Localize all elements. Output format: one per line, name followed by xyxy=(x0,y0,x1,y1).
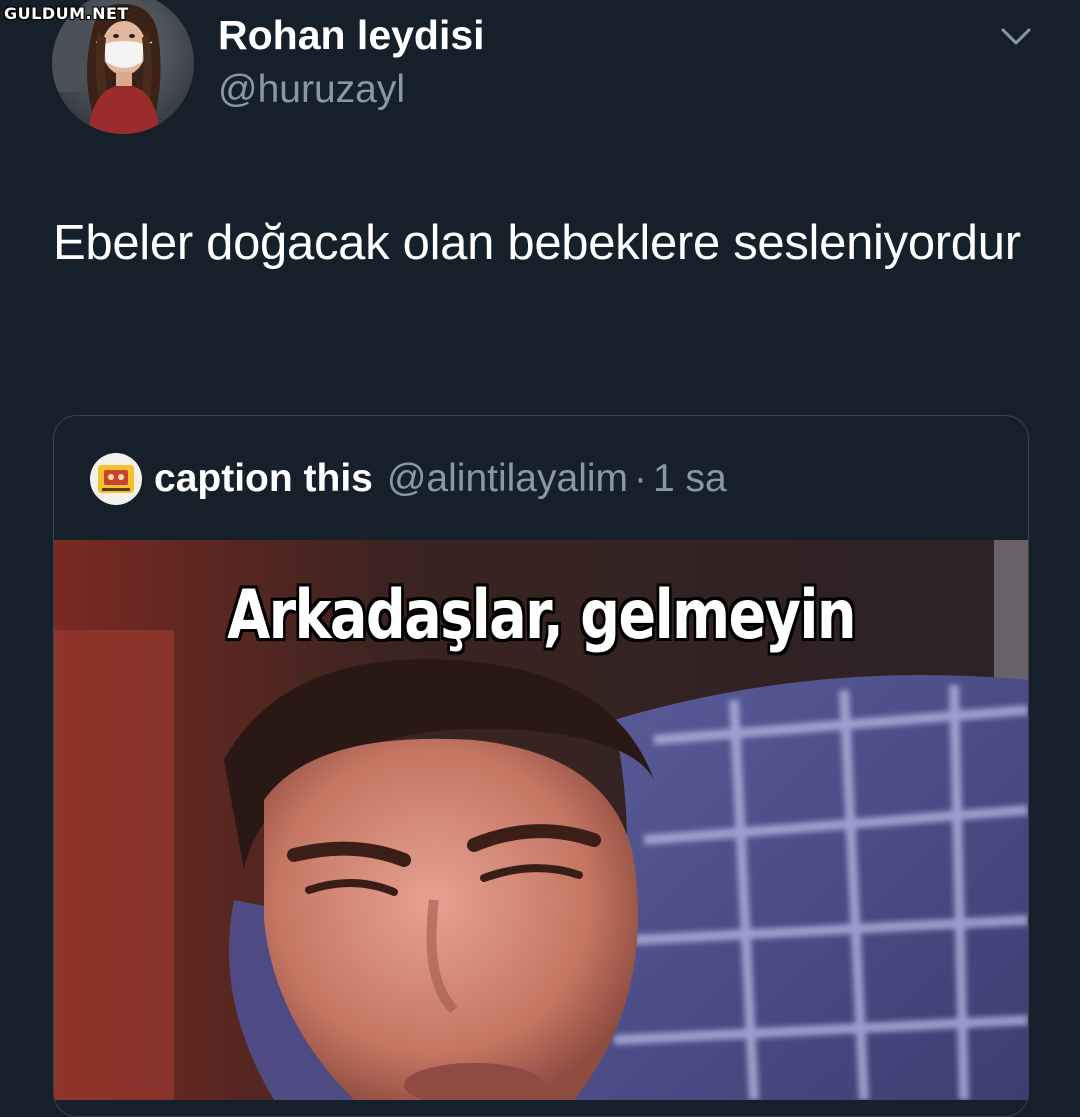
chevron-down-icon[interactable] xyxy=(1000,24,1032,48)
quoted-tweet-media[interactable]: Arkadaşlar, gelmeyin xyxy=(54,540,1028,1100)
author-handle[interactable]: @huruzayl xyxy=(218,68,405,112)
site-watermark: GULDUM.NET xyxy=(4,4,129,23)
quoted-tweet-header: caption this @alintilayalim · 1 sa xyxy=(90,452,727,506)
separator-dot: · xyxy=(634,457,648,500)
quoted-author-avatar[interactable] xyxy=(90,453,142,505)
quoted-author-handle[interactable]: @alintilayalim xyxy=(387,457,628,501)
quoted-tweet-timestamp[interactable]: 1 sa xyxy=(653,457,727,501)
media-caption: Arkadaşlar, gelmeyin xyxy=(227,576,857,655)
quoted-tweet-card[interactable]: caption this @alintilayalim · 1 sa Arkad… xyxy=(53,415,1029,1117)
tweet-text: Ebeler doğacak olan bebeklere sesleniyor… xyxy=(53,216,1021,270)
author-name[interactable]: Rohan leydisi xyxy=(218,12,485,59)
quoted-author-name[interactable]: caption this xyxy=(154,457,373,501)
